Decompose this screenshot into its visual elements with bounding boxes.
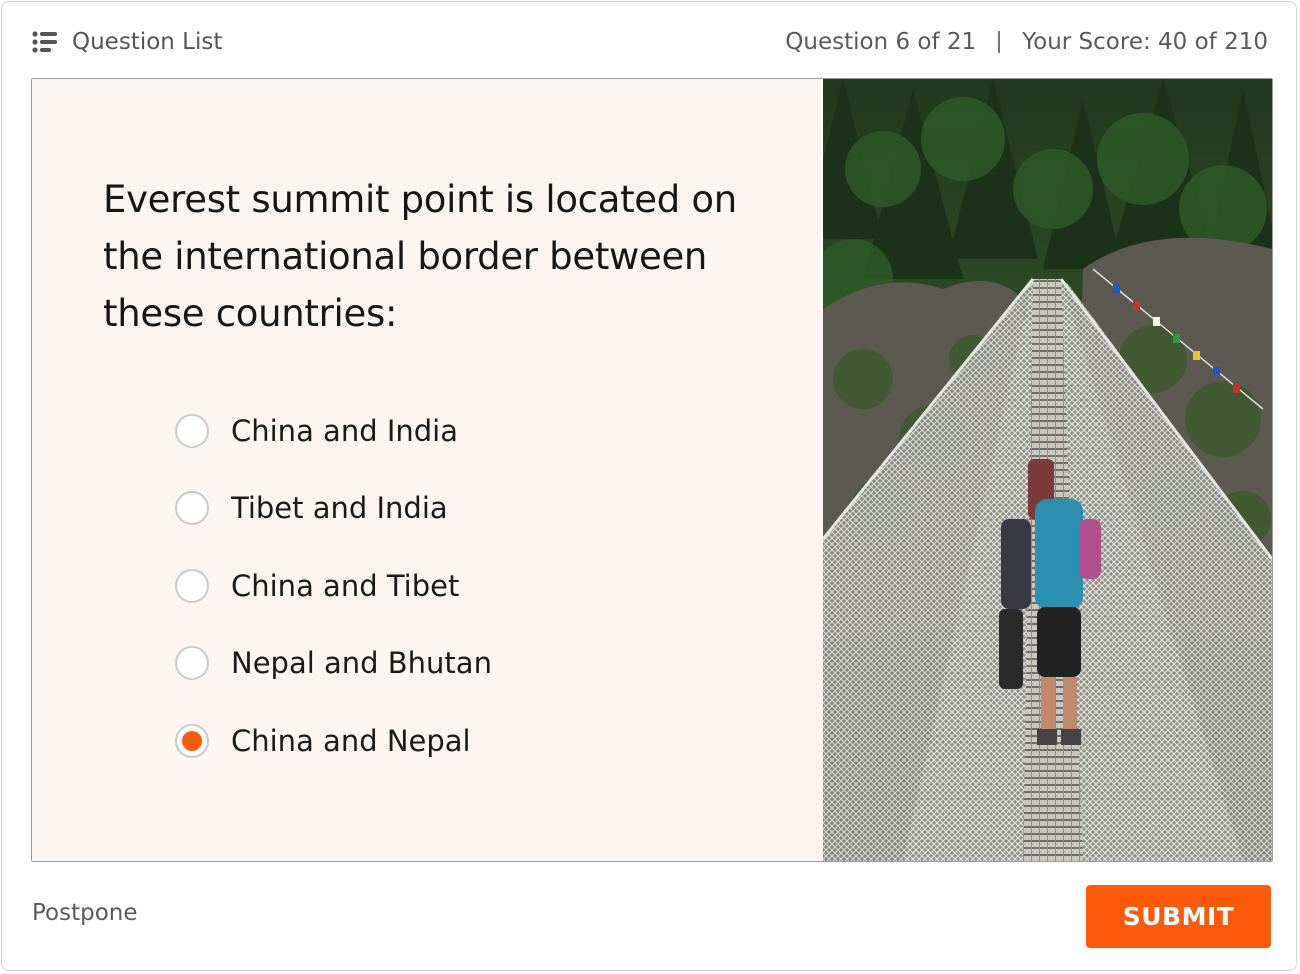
suspension-bridge-photo bbox=[823, 79, 1272, 861]
answer-option[interactable]: China and Tibet bbox=[175, 547, 492, 625]
question-list-button[interactable]: Question List bbox=[32, 26, 222, 58]
question-text: Everest summit point is located on the i… bbox=[103, 178, 737, 335]
answer-option-label: Tibet and India bbox=[231, 491, 448, 526]
list-icon bbox=[32, 31, 57, 53]
answer-option-label: China and Tibet bbox=[231, 568, 460, 603]
postpone-link[interactable]: Postpone bbox=[32, 900, 138, 926]
radio-button[interactable] bbox=[175, 491, 209, 526]
answer-option-label: China and India bbox=[231, 413, 459, 448]
answer-option[interactable]: Nepal and Bhutan bbox=[175, 625, 492, 703]
quiz-window: Question List Question 6 of 21 Your Scor… bbox=[1, 1, 1297, 971]
question-counter: Question 6 of 21 bbox=[785, 29, 977, 55]
question-panel: Everest summit point is located on the i… bbox=[32, 79, 823, 861]
header-status: Question 6 of 21 Your Score: 40 of 210 bbox=[785, 26, 1268, 58]
submit-button[interactable]: SUBMIT bbox=[1086, 885, 1271, 948]
radio-button-selected[interactable] bbox=[175, 723, 209, 758]
question-list-label: Question List bbox=[72, 29, 223, 55]
header-divider bbox=[998, 31, 1001, 53]
radio-button[interactable] bbox=[175, 568, 209, 603]
answer-option-label: China and Nepal bbox=[231, 723, 471, 758]
answer-option-selected[interactable]: China and Nepal bbox=[175, 702, 492, 780]
radio-selected-dot bbox=[182, 730, 202, 751]
answer-option[interactable]: China and India bbox=[175, 392, 492, 470]
radio-button[interactable] bbox=[175, 646, 209, 681]
radio-button[interactable] bbox=[175, 413, 209, 448]
answer-options: China and India Tibet and India China an… bbox=[175, 392, 492, 780]
question-card: Everest summit point is located on the i… bbox=[31, 78, 1273, 862]
question-photo bbox=[823, 79, 1272, 861]
score-display: Your Score: 40 of 210 bbox=[1022, 29, 1268, 55]
answer-option[interactable]: Tibet and India bbox=[175, 470, 492, 548]
answer-option-label: Nepal and Bhutan bbox=[231, 646, 492, 681]
